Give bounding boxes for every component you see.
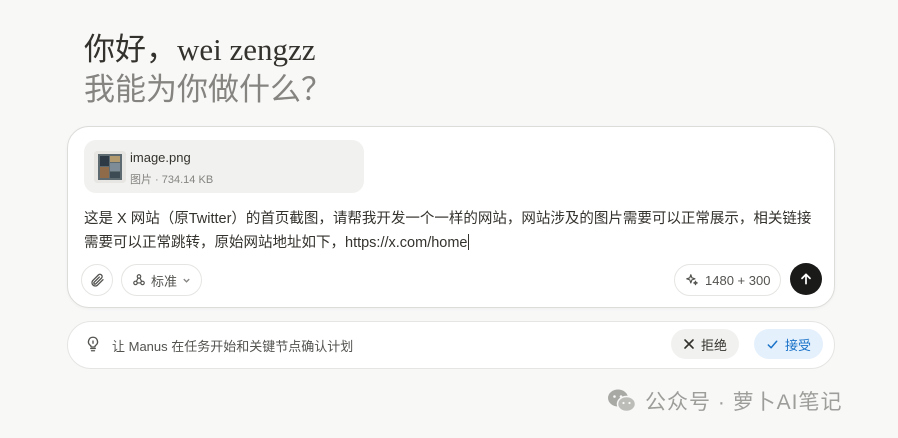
- accept-button[interactable]: 接受: [754, 329, 824, 359]
- lightbulb-icon: [84, 335, 102, 358]
- credits-badge[interactable]: 1480 + 300: [674, 264, 782, 296]
- arrow-up-icon: [801, 273, 811, 285]
- reject-button[interactable]: 拒绝: [671, 329, 740, 359]
- greeting: 你好，wei zengzz 我能为你做什么？: [84, 30, 332, 110]
- cluster-icon: [133, 274, 145, 286]
- sparkle-icon: [686, 274, 698, 286]
- prompt-text: 这是 X 网站（原Twitter）的首页截图，请帮我开发一个一样的网站，网站涉及…: [84, 211, 812, 251]
- attachment-thumbnail: [94, 151, 126, 183]
- close-icon: [684, 339, 694, 349]
- plan-confirm-text: 让 Manus 在任务开始和关键节点确认计划: [112, 339, 354, 354]
- chat-composer[interactable]: image.png 图片 · 734.14 KB 这是 X 网站（原Twitte…: [67, 126, 835, 308]
- text-caret: [467, 234, 469, 250]
- chevron-down-icon: [183, 278, 190, 283]
- accept-label: 接受: [785, 337, 812, 353]
- credits-value: 1480 + 300: [705, 272, 771, 288]
- watermark-text: 公众号 · 萝卜AI笔记: [645, 391, 843, 414]
- attachment-meta: 图片 · 734.14 KB: [130, 174, 214, 186]
- attach-button[interactable]: [81, 264, 113, 296]
- wechat-icon: [608, 389, 637, 413]
- attachment-filename: image.png: [130, 150, 191, 165]
- reject-label: 拒绝: [701, 337, 728, 353]
- mode-label: 标准: [151, 273, 178, 289]
- attachment-card[interactable]: image.png 图片 · 734.14 KB: [84, 140, 364, 193]
- prompt-input[interactable]: 这是 X 网站（原Twitter）的首页截图，请帮我开发一个一样的网站，网站涉及…: [84, 207, 824, 255]
- send-button[interactable]: [790, 263, 822, 295]
- greeting-subtitle: 我能为你做什么？: [84, 72, 332, 107]
- paperclip-icon: [91, 273, 104, 287]
- greeting-title: 你好，wei zengzz: [84, 32, 316, 67]
- check-icon: [767, 340, 778, 348]
- mode-selector[interactable]: 标准: [121, 264, 203, 296]
- watermark: 公众号 · 萝卜AI笔记: [607, 386, 843, 416]
- plan-confirm-bar: 让 Manus 在任务开始和关键节点确认计划 拒绝 接受: [67, 321, 835, 369]
